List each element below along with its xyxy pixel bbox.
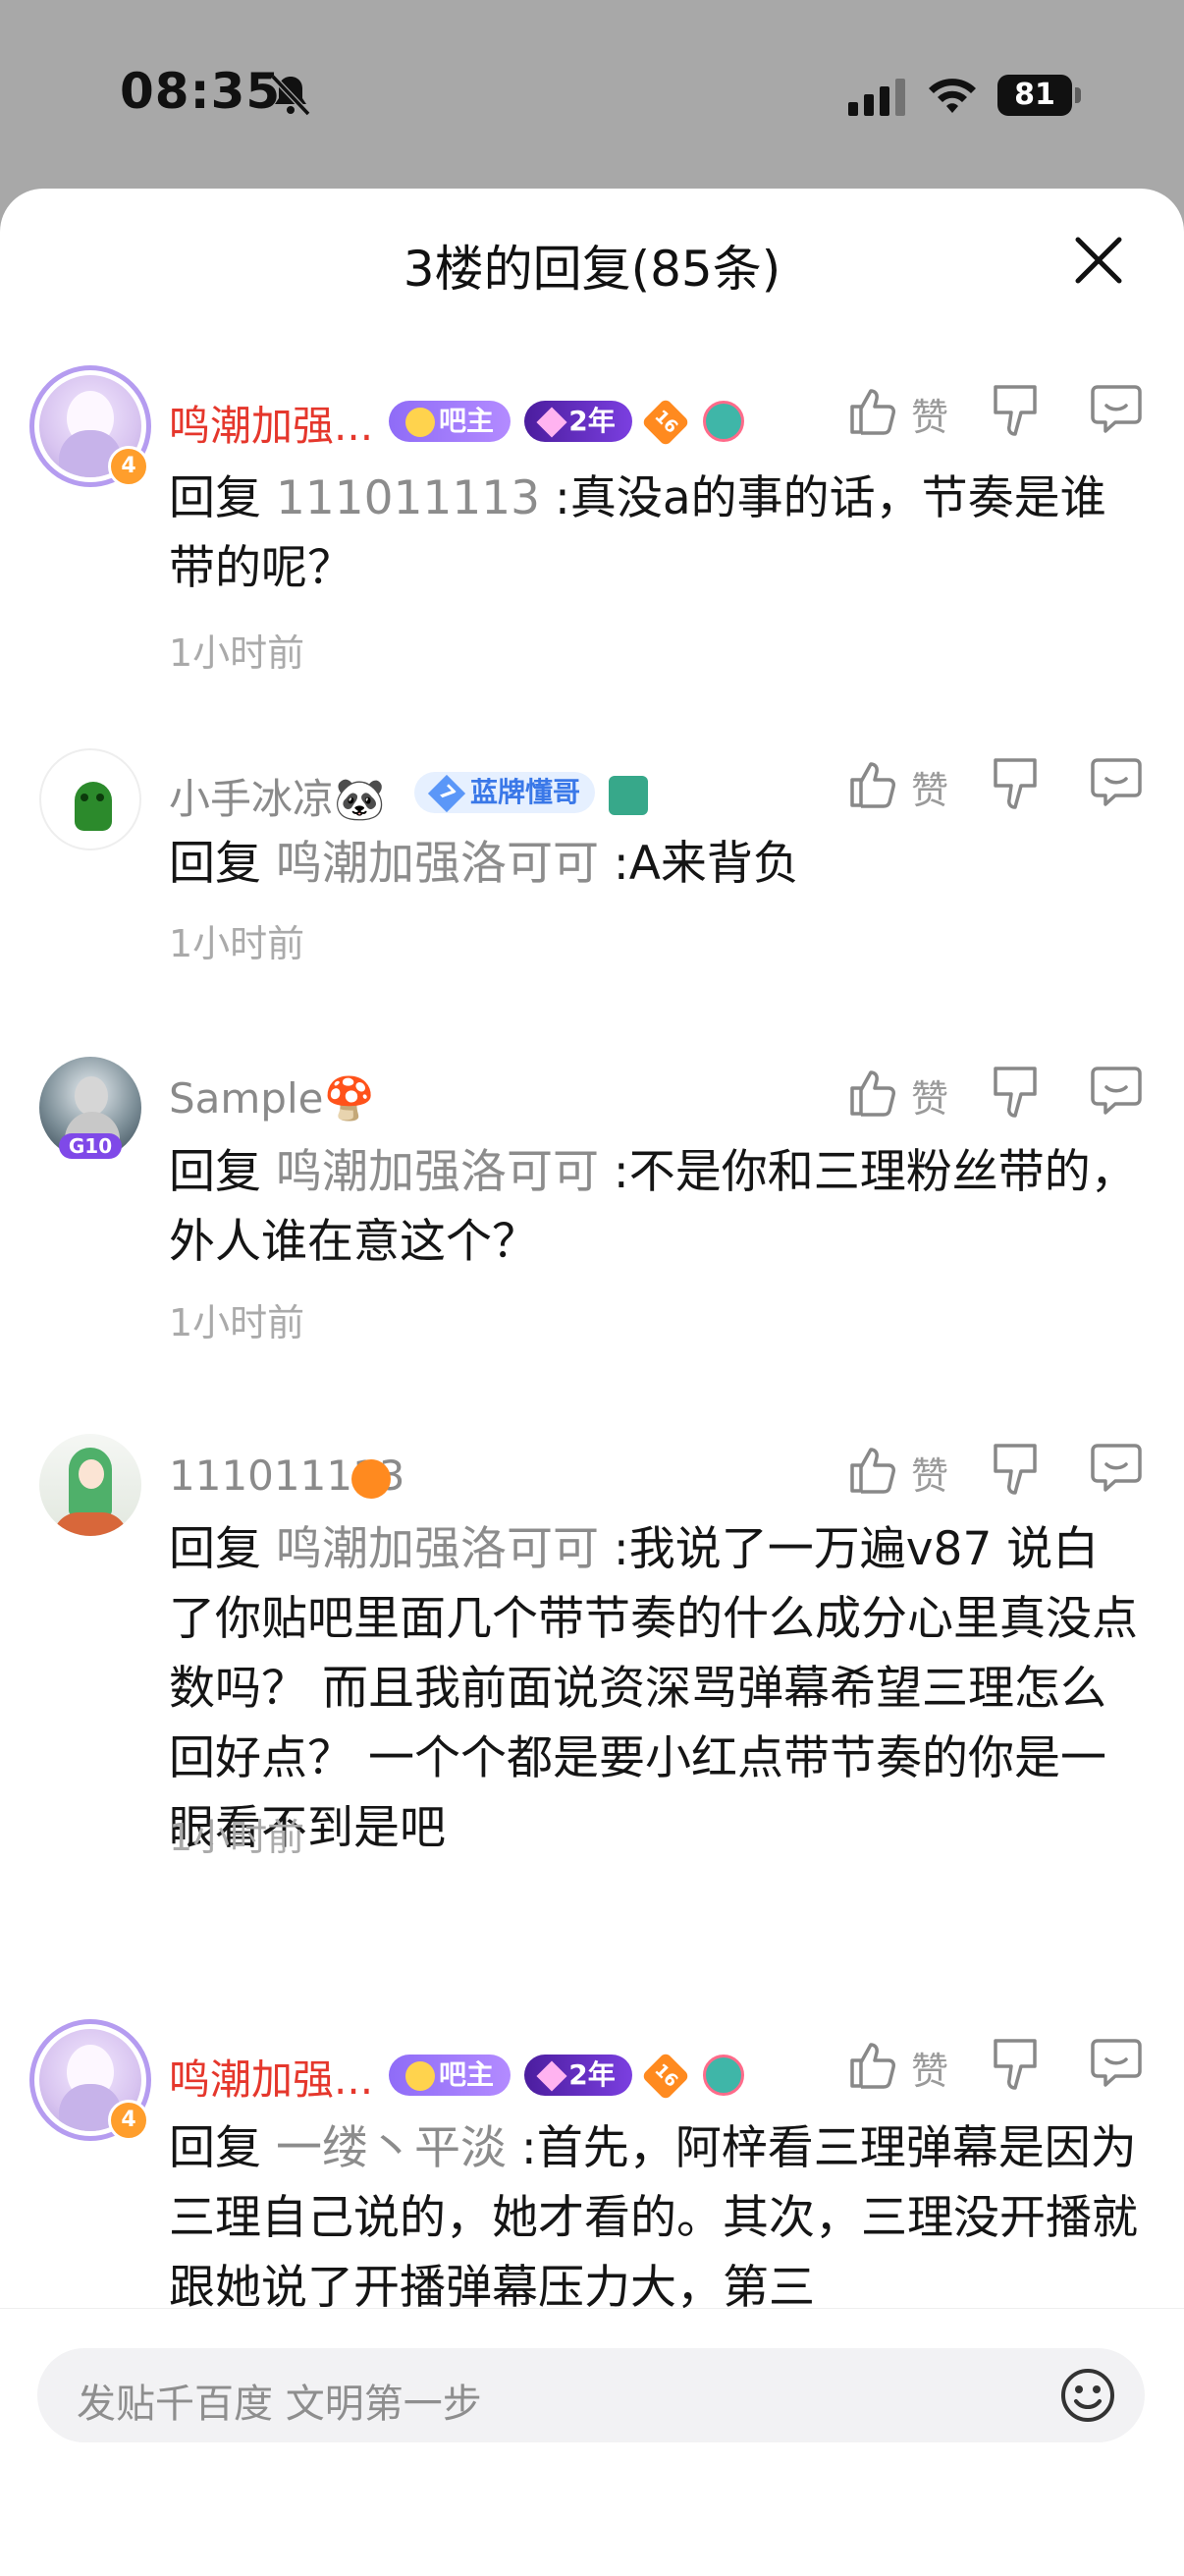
comment-input[interactable]: 发贴千百度 文明第一步 — [37, 2348, 1145, 2442]
reply-text: 回复 一缕丶平淡 :首先，阿梓看三理弹幕是因为三理自己说的，她才看的。其次，三理… — [169, 2121, 1138, 2315]
avatar[interactable] — [29, 739, 151, 860]
fan-icon — [703, 401, 744, 442]
level-badge-icon: G10 — [59, 1133, 122, 1159]
years-badge: 2年 — [524, 2055, 632, 2096]
like-label: 赞 — [911, 1077, 949, 1121]
diamond-icon — [536, 2060, 567, 2092]
username[interactable]: 鸣潮加强... — [169, 393, 373, 453]
reply-target[interactable]: 鸣潮加强洛可可 — [276, 1145, 599, 1199]
reply-bubble-icon[interactable] — [1090, 1063, 1143, 1122]
emblem-icon — [609, 776, 648, 815]
thumbs-down-icon[interactable] — [992, 1063, 1041, 1122]
comment-actions: 赞 — [844, 1440, 1158, 1499]
comment-time: 1小时前 — [169, 1301, 305, 1344]
username[interactable]: 鸣潮加强... — [169, 2047, 373, 2107]
diamond-icon — [536, 407, 567, 438]
comment-actions: 赞 — [844, 2035, 1158, 2094]
comment-time: 1小时前 — [169, 631, 305, 675]
like-button[interactable]: 赞 — [844, 381, 962, 440]
level-badge: 16 — [641, 398, 690, 447]
reply-bubble-icon[interactable] — [1090, 2035, 1143, 2094]
crown-icon — [404, 2061, 435, 2091]
thumbs-up-icon — [850, 389, 895, 435]
like-label: 赞 — [911, 769, 949, 812]
like-button[interactable]: 赞 — [844, 1440, 962, 1499]
comment-item: 111011113 赞 回复 鸣潮加强洛可可 :我说了一万遍v87 说白了你贴吧… — [0, 1424, 1184, 2013]
cellular-signal-icon — [848, 79, 905, 116]
level-badge-icon: 4 — [108, 2100, 149, 2141]
emoji-icon[interactable] — [1058, 2366, 1117, 2425]
reply-text: 回复 111011113 :真没a的事的话，节奏是谁带的呢？ — [169, 471, 1106, 595]
reply-text: 回复 鸣潮加强洛可可 :A来背负 — [169, 837, 799, 891]
thumbs-down-icon[interactable] — [992, 381, 1041, 440]
sheet-title: 3楼的回复(85条) — [403, 241, 781, 298]
battery-level: 81 — [997, 75, 1072, 116]
reply-text: 回复 鸣潮加强洛可可 :不是你和三理粉丝带的，外人谁在意这个？ — [169, 1145, 1137, 1269]
comment-time: 1小时前 — [169, 922, 305, 965]
status-emoji-icon — [351, 1459, 391, 1499]
like-label: 赞 — [911, 2050, 949, 2093]
level-badge: 16 — [641, 2052, 690, 2101]
reply-bubble-icon[interactable] — [1090, 754, 1143, 813]
reply-target[interactable]: 一缕丶平淡 — [276, 2121, 507, 2175]
thumbs-down-icon[interactable] — [992, 1440, 1041, 1499]
close-icon[interactable] — [1070, 232, 1127, 289]
like-button[interactable]: 赞 — [844, 754, 962, 813]
thumbs-up-icon — [850, 2043, 895, 2089]
like-label: 赞 — [911, 396, 949, 439]
fan-icon — [703, 2055, 744, 2096]
reply-bubble-icon[interactable] — [1090, 381, 1143, 440]
avatar[interactable] — [29, 1424, 151, 1546]
replies-sheet: 3楼的回复(85条) 4 鸣潮加强... 吧主 2年 16 赞 回复 11101… — [0, 189, 1184, 2575]
blue-title-badge: 7 蓝牌懂哥 — [414, 772, 595, 813]
comment-input-bar: 发贴千百度 文明第一步 — [0, 2308, 1184, 2576]
crown-icon — [404, 408, 435, 437]
thumbs-up-icon — [850, 1070, 895, 1117]
status-time: 08:35 — [120, 63, 282, 120]
comment-actions: 赞 — [844, 1063, 1158, 1122]
thumbs-down-icon[interactable] — [992, 754, 1041, 813]
comment-time: 1小时前 — [169, 1816, 305, 1859]
thumbs-down-icon[interactable] — [992, 2035, 1041, 2094]
reply-target[interactable]: 111011113 — [276, 471, 540, 525]
reply-bubble-icon[interactable] — [1090, 1440, 1143, 1499]
like-label: 赞 — [911, 1454, 949, 1498]
comment-item: 4 鸣潮加强... 吧主 2年 16 赞 回复 — [0, 365, 1184, 739]
status-bar: 08:35 81 — [0, 0, 1184, 187]
reply-target[interactable]: 鸣潮加强洛可可 — [276, 837, 599, 891]
level-badge-icon: 4 — [108, 446, 149, 487]
input-placeholder: 发贴千百度 文明第一步 — [77, 2382, 482, 2427]
owner-badge: 吧主 — [389, 2055, 511, 2096]
username[interactable]: 小手冰凉🐼 — [169, 766, 385, 826]
avatar[interactable]: 4 — [29, 2019, 151, 2141]
avatar[interactable]: G10 — [29, 1047, 151, 1169]
comment-actions: 赞 — [844, 754, 1158, 813]
like-button[interactable]: 赞 — [844, 1063, 962, 1122]
reply-text: 回复 鸣潮加强洛可可 :我说了一万遍v87 说白了你贴吧里面几个带节奏的什么成分… — [169, 1522, 1138, 1855]
bell-muted-icon — [270, 74, 311, 117]
battery-icon: 81 — [997, 75, 1082, 116]
avatar[interactable]: 4 — [29, 365, 151, 487]
owner-badge: 吧主 — [389, 401, 511, 442]
reply-target[interactable]: 鸣潮加强洛可可 — [276, 1522, 599, 1576]
wifi-icon — [929, 79, 976, 113]
username[interactable]: Sample🍄 — [169, 1074, 375, 1124]
thumbs-up-icon — [850, 762, 895, 808]
thumbs-up-icon — [850, 1448, 895, 1494]
like-button[interactable]: 赞 — [844, 2035, 962, 2094]
comment-actions: 赞 — [844, 381, 1158, 440]
years-badge: 2年 — [524, 401, 632, 442]
comment-item: G10 Sample🍄 赞 回复 鸣潮加强洛可可 :不是你和三理粉丝带的，外人谁… — [0, 1047, 1184, 1459]
